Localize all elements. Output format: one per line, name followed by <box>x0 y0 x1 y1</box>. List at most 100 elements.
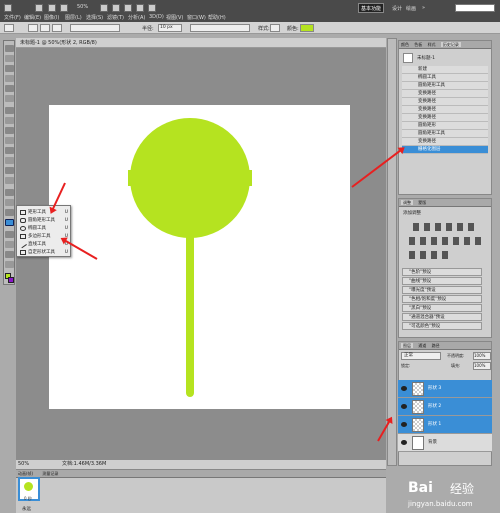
path-select-tool-icon[interactable] <box>5 209 14 216</box>
healing-tool-icon[interactable] <box>5 107 14 114</box>
layer-name[interactable]: 形状 3 <box>428 380 441 398</box>
lollipop-head-shape[interactable] <box>130 118 250 238</box>
tab-layers[interactable]: 图层 <box>401 343 413 348</box>
quick-select-tool-icon[interactable] <box>5 75 14 82</box>
background-color-swatch[interactable] <box>8 277 14 283</box>
menu-view[interactable]: 视图(V) <box>166 14 183 21</box>
menu-layer[interactable]: 图层(L) <box>65 14 82 21</box>
preset-bw[interactable]: "黑白"预设 <box>402 304 482 312</box>
tab-masks[interactable]: 蒙版 <box>418 200 426 205</box>
fill-pixels-icon[interactable] <box>52 24 62 32</box>
adjustment-icons-row-1[interactable] <box>413 223 479 231</box>
path-ops-group[interactable] <box>190 24 250 32</box>
zoom-dropdown[interactable]: 50% <box>77 4 88 10</box>
menu-select[interactable]: 选择(S) <box>86 14 103 21</box>
menu-3d[interactable]: 3D(D) <box>149 14 164 20</box>
visibility-eye-icon[interactable] <box>401 440 407 445</box>
gradient-tool-icon[interactable] <box>5 157 14 164</box>
history-item[interactable]: 变换路径 <box>402 114 488 122</box>
paths-icon[interactable] <box>40 24 50 32</box>
tab-measurement[interactable]: 测量记录 <box>42 471 58 476</box>
zoom-status[interactable]: 50% <box>18 460 29 469</box>
color-swatch[interactable] <box>300 24 314 32</box>
lollipop-right-ear-shape[interactable] <box>242 170 252 186</box>
visibility-eye-icon[interactable] <box>401 404 407 409</box>
visibility-eye-icon[interactable] <box>401 422 407 427</box>
workspace-button[interactable]: 基本功能 <box>358 3 384 13</box>
preset-selective-color[interactable]: "可选颜色"预设 <box>402 322 482 330</box>
screen-mode-icon[interactable] <box>148 4 156 12</box>
visibility-eye-icon[interactable] <box>401 386 407 391</box>
preset-curves[interactable]: "曲线"预设 <box>402 277 482 285</box>
tab-channels[interactable]: 通道 <box>418 343 426 348</box>
history-item-selected[interactable]: 栅格化图层 <box>402 146 488 154</box>
workspace-painting[interactable]: 绘画 <box>406 5 416 12</box>
history-item[interactable]: 变换路径 <box>402 106 488 114</box>
history-brush-tool-icon[interactable] <box>5 137 14 144</box>
3d-orbit-tool-icon[interactable] <box>5 241 14 248</box>
history-item[interactable]: 新建 <box>402 66 488 74</box>
shape-buttons-group[interactable] <box>70 24 120 32</box>
history-item[interactable]: 变换路径 <box>402 98 488 106</box>
history-item[interactable]: 变换路径 <box>402 138 488 146</box>
history-item[interactable]: 圆角矩形 <box>402 122 488 130</box>
tab-adjustments[interactable]: 调整 <box>401 200 413 205</box>
preset-levels[interactable]: "色阶"预设 <box>402 268 482 276</box>
bridge-icon[interactable] <box>35 4 43 12</box>
pen-tool-icon[interactable] <box>5 189 14 196</box>
layer-name[interactable]: 形状 1 <box>428 416 441 434</box>
blur-tool-icon[interactable] <box>5 167 14 174</box>
zoom-tool-icon[interactable] <box>5 261 14 268</box>
zoom-tool-icon[interactable] <box>112 4 120 12</box>
tab-color[interactable]: 颜色 <box>401 42 409 47</box>
type-tool-icon[interactable] <box>5 199 14 206</box>
shape-layers-icon[interactable] <box>28 24 38 32</box>
move-tool-icon[interactable] <box>5 45 14 52</box>
clone-stamp-tool-icon[interactable] <box>5 127 14 134</box>
workspace-design[interactable]: 设计 <box>392 5 402 12</box>
lasso-tool-icon[interactable] <box>5 65 14 72</box>
opacity-input[interactable]: 100% <box>473 352 491 360</box>
adjustment-icons-row-3[interactable] <box>409 251 453 259</box>
flyout-rectangle-tool[interactable]: 矩形工具 U <box>19 209 70 217</box>
hand-tool-icon[interactable] <box>5 251 14 258</box>
rotate-view-icon[interactable] <box>124 4 132 12</box>
layer-row[interactable]: 形状 3 <box>398 380 492 398</box>
arrange-docs-icon[interactable] <box>136 4 144 12</box>
lollipop-stick-shape[interactable] <box>186 233 194 397</box>
menu-image[interactable]: 图像(I) <box>44 14 59 21</box>
3d-rotate-tool-icon[interactable] <box>5 231 14 238</box>
tool-preset-picker[interactable] <box>4 24 14 32</box>
tab-history[interactable]: 历史记录 <box>440 42 461 47</box>
eraser-tool-icon[interactable] <box>5 147 14 154</box>
layer-row[interactable]: 形状 2 <box>398 398 492 416</box>
eyedropper-tool-icon[interactable] <box>5 95 14 102</box>
history-doc-name[interactable]: 未标题-1 <box>417 55 435 61</box>
hand-tool-icon[interactable] <box>100 4 108 12</box>
history-item[interactable]: 圆角矩形工具 <box>402 82 488 90</box>
flyout-rounded-rect-tool[interactable]: 圆角矩形工具 U <box>19 217 70 225</box>
document-tab[interactable]: 未标题-1 @ 50%(形状 2, RGB/8) <box>16 38 386 48</box>
adjustment-icons-row-2[interactable] <box>409 237 483 245</box>
crop-tool-icon[interactable] <box>5 85 14 92</box>
flyout-ellipse-tool[interactable]: 椭圆工具 U <box>19 225 70 233</box>
menu-edit[interactable]: 编辑(E) <box>24 14 41 21</box>
preset-channel-mixer[interactable]: "通道混合器"预设 <box>402 313 482 321</box>
tab-animation[interactable]: 动画(帧) <box>18 471 33 476</box>
layer-name[interactable]: 背景 <box>428 434 437 452</box>
menu-window[interactable]: 窗口(W) <box>187 14 206 21</box>
frame-time[interactable]: 0 秒 <box>24 496 32 502</box>
menu-help[interactable]: 帮助(H) <box>208 14 226 21</box>
tab-swatches[interactable]: 色板 <box>414 42 422 47</box>
preset-hue-sat[interactable]: "色相/饱和度"预设 <box>402 295 482 303</box>
menu-file[interactable]: 文件(F) <box>4 14 21 21</box>
radius-input[interactable]: 10 px <box>158 24 182 32</box>
preset-exposure[interactable]: "曝光度"预设 <box>402 286 482 294</box>
loop-dropdown[interactable]: 永远 <box>22 506 31 512</box>
shape-tool-icon[interactable] <box>5 219 14 226</box>
mini-bridge-icon[interactable] <box>48 4 56 12</box>
tab-paths[interactable]: 路径 <box>432 343 440 348</box>
view-extras-icon[interactable] <box>60 4 68 12</box>
history-item[interactable]: 圆角矩形工具 <box>402 130 488 138</box>
history-item[interactable]: 椭圆工具 <box>402 74 488 82</box>
